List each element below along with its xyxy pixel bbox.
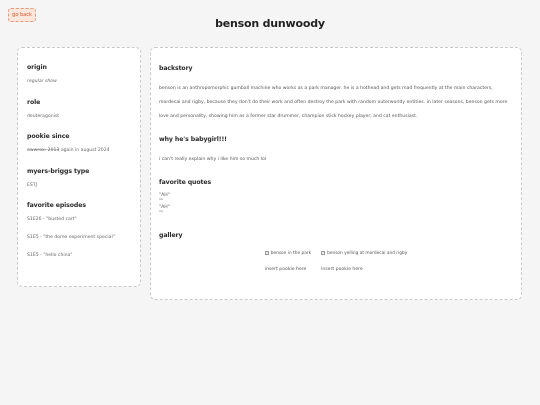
quote-list: "AH" "" "AH" "" [159, 193, 513, 217]
info-mbti: myers-briggs type ESTJ [27, 168, 132, 189]
gallery-image: benson in the park [264, 249, 312, 257]
main-content: backstory benson is an anthropomorphic g… [150, 47, 522, 300]
origin-value: regular show [27, 79, 57, 84]
quote-item: "" [159, 211, 164, 216]
page-title: benson dunwoody [215, 17, 325, 30]
gallery-caption: insert pookie here [264, 267, 307, 272]
episode-list: S1E26 - "busted cart" S1E5 - "the dome e… [27, 217, 132, 258]
gallery-image-alt: benson yelling at mordecai and rigby [327, 250, 408, 256]
gallery: benson in the park insert pookie here be… [159, 249, 513, 272]
favorite-quotes-title: favorite quotes [159, 179, 212, 186]
gallery-title: gallery [159, 232, 183, 239]
role-label: role [27, 98, 41, 106]
favorite-episodes-label: favorite episodes [27, 202, 86, 209]
mbti-label: myers-briggs type [27, 167, 90, 175]
pookie-since-label: pookie since [27, 133, 70, 140]
why-babygirl-title: why he's babygirl!!! [159, 136, 227, 143]
gallery-caption: insert pookie here [321, 267, 363, 272]
broken-image-icon [264, 251, 269, 255]
why-babygirl-text: i can't really explain why i like him so… [159, 157, 267, 162]
role-value: deuteragonist [27, 113, 60, 119]
info-sidebar: origin regular show role deuteragonist p… [17, 47, 141, 287]
gallery-item: benson yelling at mordecai and rigby ins… [321, 249, 407, 272]
gallery-image: benson yelling at mordecai and rigby [321, 249, 407, 257]
backstory-title: backstory [159, 65, 193, 72]
pookie-since-value: a̶w̶w̶r̶o̶x̶.̶ ̶2̶0̶1̶3̶ again in august… [27, 148, 110, 153]
info-pookie-since: pookie since a̶w̶w̶r̶o̶x̶.̶ ̶2̶0̶1̶3̶ ag… [27, 133, 132, 154]
gallery-image-alt: benson in the park [270, 250, 312, 256]
info-origin: origin regular show [27, 64, 132, 85]
info-role: role deuteragonist [27, 99, 132, 120]
origin-label: origin [27, 64, 47, 71]
episode-item: S1E26 - "busted cart" [27, 217, 77, 222]
info-favorite-episodes: favorite episodes S1E26 - "busted cart" … [27, 202, 132, 258]
episode-item: S1E5 - "hello china" [27, 253, 73, 258]
gallery-item: benson in the park insert pookie here [264, 249, 312, 272]
episode-item: S1E5 - "the dome experiment special" [27, 235, 115, 240]
broken-image-icon [321, 251, 326, 255]
backstory-text: benson is an anthropomorphic gumball mac… [159, 86, 508, 119]
mbti-value: ESTJ [27, 182, 37, 188]
